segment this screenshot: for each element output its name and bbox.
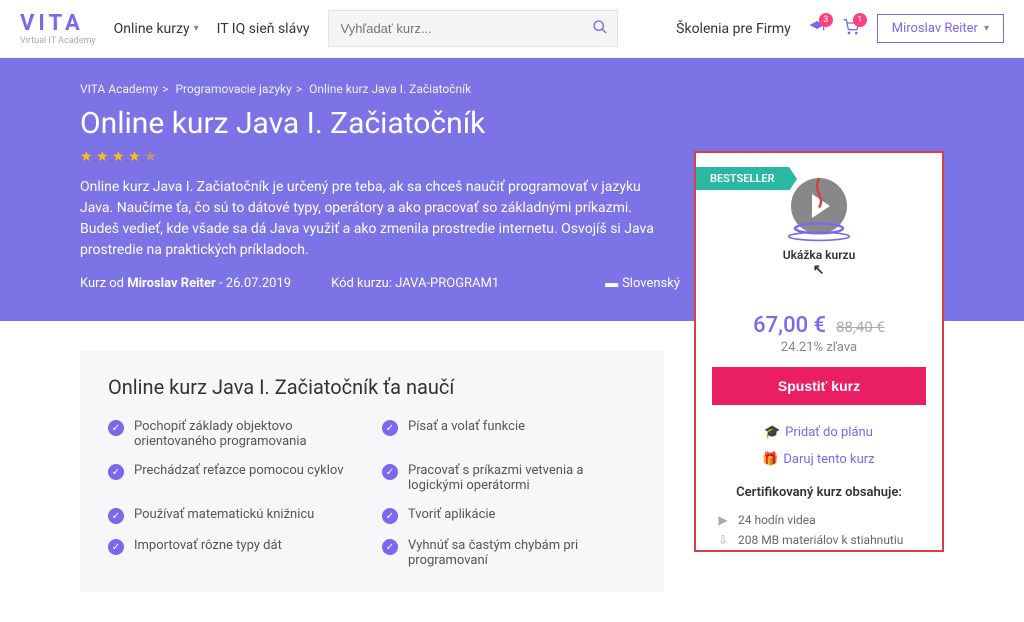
gift-icon: 🎁 bbox=[763, 452, 777, 467]
course-sidebar: BESTSELLER Ukážka kurzu ↖ 67,00 € 88,40 … bbox=[694, 151, 944, 552]
video-icon: ▶ bbox=[716, 513, 730, 527]
badge-count: 3 bbox=[819, 13, 833, 27]
learn-text: Používať matematickú knižnicu bbox=[134, 507, 314, 522]
cursor-icon: ↖ bbox=[813, 262, 856, 278]
check-icon: ✓ bbox=[108, 539, 124, 555]
learn-text: Pochopiť základy objektovo orientovaného… bbox=[134, 419, 362, 449]
crumb-link[interactable]: Online kurz Java I. Začiatočník bbox=[309, 82, 471, 96]
check-icon: ✓ bbox=[382, 539, 398, 555]
breadcrumb: VITA Academy> Programovacie jazyky> Onli… bbox=[80, 82, 944, 96]
user-name: Miroslav Reiter bbox=[892, 21, 978, 36]
learn-text: Prechádzať reťazce pomocou cyklov bbox=[134, 463, 344, 478]
meta-row: Kurz od Miroslav Reiter - 26.07.2019 Kód… bbox=[80, 275, 680, 291]
logo-subtitle: Virtual IT Academy bbox=[20, 36, 96, 46]
cert-title: Certifikovaný kurz obsahuje: bbox=[696, 485, 942, 500]
graduation-icon[interactable]: 3 bbox=[809, 19, 825, 39]
play-icon bbox=[791, 178, 847, 234]
search-box bbox=[328, 10, 618, 47]
old-price: 88,40 € bbox=[836, 318, 885, 336]
learn-item: ✓ Písať a volať funkcie bbox=[382, 419, 636, 449]
learn-item: ✓ Pracovať s príkazmi vetvenia a logickým… bbox=[382, 463, 636, 493]
user-menu[interactable]: Miroslav Reiter ▾ bbox=[877, 14, 1004, 43]
check-icon: ✓ bbox=[108, 464, 124, 480]
crumb-link[interactable]: VITA Academy bbox=[80, 82, 158, 96]
graduation-icon: 🎓 bbox=[765, 425, 779, 440]
course-description: Online kurz Java I. Začiatočník je určen… bbox=[80, 177, 660, 261]
java-logo-icon bbox=[779, 166, 859, 246]
learn-text: Pracovať s príkazmi vetvenia a logickými… bbox=[408, 463, 636, 493]
cart-icon[interactable]: 1 bbox=[843, 19, 859, 39]
discount: 24.21% zľava bbox=[696, 340, 942, 355]
header: VITA Virtual IT Academy Online kurzy ▾ I… bbox=[0, 0, 1024, 58]
learn-item: ✓ Pochopiť základy objektovo orientovanéh… bbox=[108, 419, 362, 449]
logo-text: VITA bbox=[20, 11, 96, 36]
chevron-down-icon: ▾ bbox=[194, 23, 199, 34]
learn-item: ✓ Tvoriť aplikácie bbox=[382, 507, 636, 524]
check-icon: ✓ bbox=[108, 420, 124, 436]
learn-text: Importovať rôzne typy dát bbox=[134, 538, 282, 553]
price: 67,00 € bbox=[753, 313, 826, 338]
header-right: Školenia pre Firmy 3 1 Miroslav Reiter ▾ bbox=[676, 14, 1004, 43]
gift-course-link[interactable]: 🎁 Daruj tento kurz bbox=[696, 446, 942, 473]
check-icon: ✓ bbox=[382, 420, 398, 436]
learn-item: ✓ Importovať rôzne typy dát bbox=[108, 538, 362, 568]
cert-item: ⇩ 208 MB materiálov k stiahnutiu bbox=[696, 530, 942, 550]
search-input[interactable] bbox=[328, 10, 618, 47]
page-title: Online kurz Java I. Začiatočník bbox=[80, 106, 944, 141]
learn-title: Online kurz Java I. Začiatočník ťa naučí bbox=[108, 375, 636, 399]
learn-text: Tvoriť aplikácie bbox=[408, 507, 495, 522]
check-icon: ✓ bbox=[108, 508, 124, 524]
nav-companies[interactable]: Školenia pre Firmy bbox=[676, 21, 791, 37]
learn-item: ✓ Vyhnúť sa častým chybám pri programovan… bbox=[382, 538, 636, 568]
learn-text: Písať a volať funkcie bbox=[408, 419, 525, 434]
author-info: Kurz od Miroslav Reiter - 26.07.2019 bbox=[80, 276, 291, 291]
nav-hall-of-fame[interactable]: IT IQ sieň slávy bbox=[217, 21, 310, 37]
chevron-down-icon: ▾ bbox=[984, 23, 989, 34]
nav-online-courses[interactable]: Online kurzy ▾ bbox=[114, 21, 199, 37]
cert-item: ▶ 24 hodín videa bbox=[696, 510, 942, 530]
check-icon: ✓ bbox=[382, 464, 398, 480]
search-icon[interactable] bbox=[592, 19, 608, 39]
start-course-button[interactable]: Spustiť kurz bbox=[712, 367, 926, 405]
content: Online kurz Java I. Začiatočník ťa naučí… bbox=[0, 321, 1024, 622]
logo[interactable]: VITA Virtual IT Academy bbox=[20, 11, 96, 46]
learn-item: ✓ Používať matematickú knižnicu bbox=[108, 507, 362, 524]
learn-item: ✓ Prechádzať reťazce pomocou cyklov bbox=[108, 463, 362, 493]
comment-icon: ▬ bbox=[605, 275, 618, 291]
nav-label: Online kurzy bbox=[114, 21, 190, 37]
learn-text: Vyhnúť sa častým chybám pri programovaní bbox=[408, 538, 636, 568]
course-code: Kód kurzu: JAVA-PROGRAM1 bbox=[331, 276, 499, 291]
check-icon: ✓ bbox=[382, 508, 398, 524]
add-to-plan-link[interactable]: 🎓 Pridať do plánu bbox=[696, 419, 942, 446]
price-row: 67,00 € 88,40 € bbox=[696, 303, 942, 340]
download-icon: ⇩ bbox=[716, 533, 730, 547]
bestseller-badge: BESTSELLER bbox=[696, 167, 789, 190]
learn-panel: Online kurz Java I. Začiatočník ťa naučí… bbox=[80, 351, 664, 592]
crumb-link[interactable]: Programovacie jazyky bbox=[175, 82, 291, 96]
language-badge: ▬ Slovenský bbox=[605, 275, 680, 291]
badge-count: 1 bbox=[853, 13, 867, 27]
preview-label: Ukážka kurzu ↖ bbox=[783, 248, 856, 278]
